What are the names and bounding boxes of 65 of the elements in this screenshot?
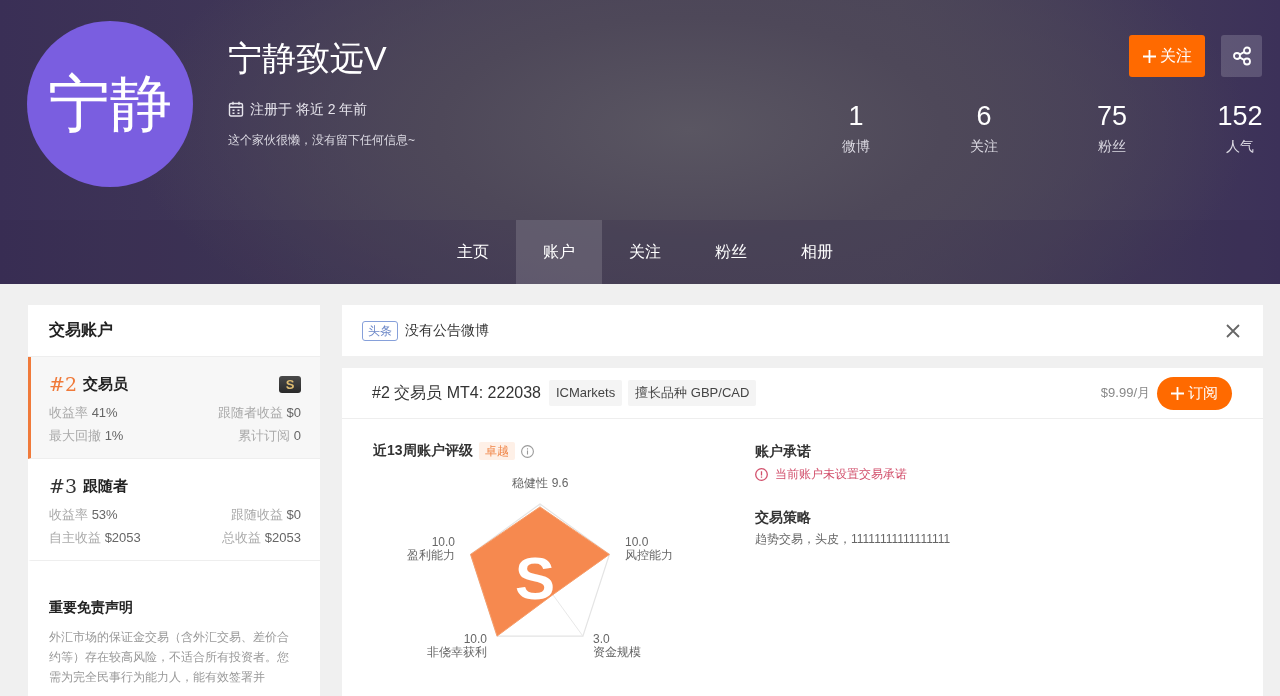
metric-text: 跟随收益 $0 [229,507,301,523]
stat-count: 152 [1217,100,1263,132]
metric-text: 累计订阅 0 [237,428,301,444]
stat-count: 1 [848,100,864,132]
axis-label: 盈利能力 [407,549,455,562]
axis-value: 9.6 [551,477,569,490]
stat-count: 75 [1096,100,1127,132]
notice-text: 没有公告微博 [405,321,490,340]
info-tag: ICMarkets [548,380,623,406]
stat-label: 粉丝 [1098,138,1126,154]
avatar: 宁静 [27,21,193,187]
metric-text: 最大回撤 1% [49,428,125,444]
axis-label: 稳健性 [511,477,548,490]
account-item[interactable]: #3 跟随者 收益率 53% 跟随收益 $0 自主收益 $2053 总收益 $2053 [28,459,320,561]
plus-icon [1142,49,1156,63]
account-item[interactable]: #2 交易员 S 收益率 41% 跟随者收益 $0 最大回撤 1% 累计订阅 0 [28,357,320,459]
share-icon [1231,46,1252,66]
nav-tab[interactable]: 账户 [516,220,602,284]
strategy-text: 趋势交易，头皮，11111111111111111 [755,532,952,546]
stat-label: 微博 [842,138,870,154]
section-title: 账户承诺 [755,443,812,459]
nav-tab[interactable]: 粉丝 [688,220,774,284]
account-number: #3 [49,475,77,497]
calendar-icon [228,101,244,117]
axis-label: 风控能力 [625,549,673,562]
account-title: #2 交易员 MT4: 222038 [372,382,541,403]
axis-value: 10.0 [625,536,650,549]
user-bio: 这个家伙很懒，没有留下任何信息~ [228,132,416,148]
account-role: 交易员 [83,374,128,394]
warning-text: 当前账户未设置交易承诺 [775,467,907,481]
user-name: 宁静致远V [228,38,388,79]
info-tag: 擅长品种 GBP/CAD [628,380,757,406]
stat-label: 关注 [970,138,998,154]
stat-count: 6 [976,100,992,132]
metric-text: 总收益 $2053 [221,530,301,546]
nav-tab[interactable]: 主页 [430,220,516,284]
account-number: #2 [49,373,77,395]
section-title: 交易策略 [755,509,812,525]
disclaimer-title: 重要免责声明 [49,598,134,617]
registration-date: 注册于 将近 2 年前 [250,100,368,119]
axis-value: 10.0 [431,536,455,549]
axis-label: 非侥幸获利 [427,646,487,659]
price-text: $9.99/月 [1100,384,1150,402]
grade-letter: S [515,549,555,609]
info-icon[interactable] [520,444,534,458]
disclaimer-text: 外汇市场的保证金交易（含外汇交易、差价合约等）存在较高风险，不适合所有投资者。您需为完全民事行为能力人，能有效签署并 [49,629,290,686]
metric-text: 跟随者收益 $0 [216,405,301,421]
alert-icon [755,467,768,481]
nav-tab[interactable]: 相册 [774,220,860,284]
axis-value: 10.0 [463,633,487,646]
rating-badge: 卓越 [478,442,515,460]
nav-tab[interactable]: 关注 [602,220,688,284]
metric-text: 收益率 53% [49,507,119,523]
close-icon[interactable] [1226,323,1240,338]
plus-icon [1171,386,1184,400]
metric-text: 收益率 41% [49,405,119,421]
axis-label: 资金规模 [593,646,641,659]
axis-value: 3.0 [593,633,611,646]
share-button[interactable] [1221,35,1262,77]
rating-title: 近13周账户评级 [373,442,473,460]
stat-label: 人气 [1226,138,1254,154]
account-role: 跟随者 [83,476,128,496]
metric-text: 自主收益 $2053 [49,530,142,546]
rank-badge: S [279,375,301,393]
headline-tag: 头条 [362,320,398,341]
